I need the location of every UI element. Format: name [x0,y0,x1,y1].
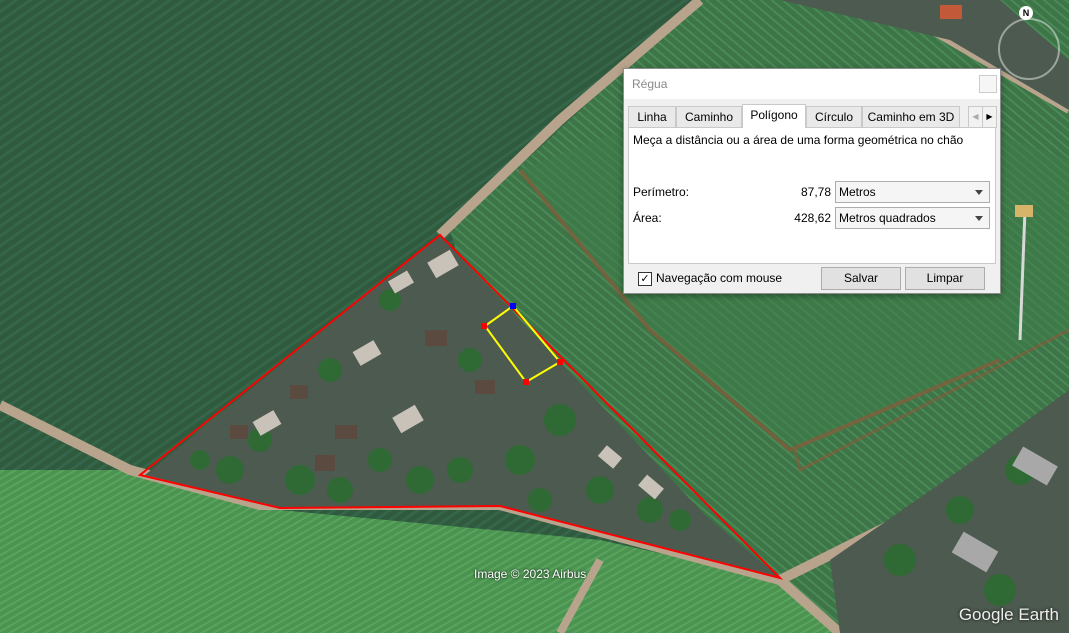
polygon-vertex[interactable] [481,323,487,329]
polygon-vertex[interactable] [557,359,563,365]
panel-description: Meça a distância ou a área de uma forma … [633,133,964,147]
close-icon[interactable] [979,75,997,93]
north-indicator[interactable]: N [1019,6,1033,20]
tab-scroll: ◀ ▶ [968,106,997,128]
chevron-down-icon [975,190,983,195]
image-attribution: Image © 2023 Airbus [474,567,587,581]
tab-linha[interactable]: Linha [628,106,676,127]
ruler-dialog: Régua Linha Caminho Polígono Círculo Cam… [623,68,1001,294]
area-unit: Metros quadrados [839,211,936,225]
compass-control[interactable]: N [990,6,1066,82]
clear-button[interactable]: Limpar [905,267,985,290]
tab-caminho[interactable]: Caminho [676,106,742,127]
area-unit-select[interactable]: Metros quadrados [835,207,990,229]
area-label: Área: [633,211,662,225]
chevron-down-icon [975,216,983,221]
polygon-panel: Meça a distância ou a área de uma forma … [628,127,996,264]
tab-scroll-left-icon[interactable]: ◀ [968,106,983,128]
google-earth-logo: Google Earth [958,605,1059,624]
compass-ring[interactable] [998,18,1060,80]
tab-caminho-3d[interactable]: Caminho em 3D [862,106,960,127]
tab-poligono[interactable]: Polígono [742,104,806,128]
perimeter-unit-select[interactable]: Metros [835,181,990,203]
tab-bar: Linha Caminho Polígono Círculo Caminho e… [628,104,997,128]
mouse-navigation-label[interactable]: Navegação com mouse [656,271,782,285]
perimeter-unit: Metros [839,185,876,199]
tab-scroll-right-icon[interactable]: ▶ [982,106,997,128]
polygon-vertex[interactable] [523,379,529,385]
perimeter-label: Perímetro: [633,185,690,199]
polygon-vertex-active[interactable] [510,303,516,309]
perimeter-value: 87,78 [800,185,831,199]
tower-head [1015,205,1033,217]
save-button[interactable]: Salvar [821,267,901,290]
area-value: 428,62 [794,211,831,225]
dialog-titlebar[interactable]: Régua [624,69,1000,99]
dialog-title: Régua [632,77,668,91]
mouse-navigation-checkbox[interactable]: ✓ [638,272,652,286]
tab-circulo[interactable]: Círculo [806,106,862,127]
